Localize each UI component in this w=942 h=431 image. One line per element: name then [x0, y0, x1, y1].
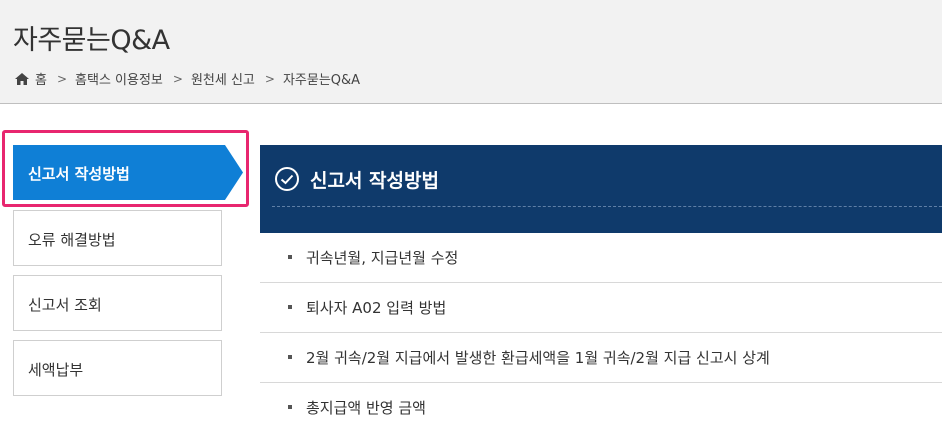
sidebar-item-report-inquiry[interactable]: 신고서 조회 — [13, 275, 222, 331]
section-divider — [272, 206, 942, 207]
faq-item[interactable]: 총지급액 반영 금액 — [260, 383, 942, 431]
sidebar-item-tax-payment[interactable]: 세액납부 — [13, 340, 222, 396]
breadcrumb: 홈 > 홈택스 이용정보 > 원천세 신고 > 자주묻는Q&A — [14, 69, 360, 88]
page-title: 자주묻는Q&A — [13, 25, 170, 56]
page-header: 자주묻는Q&A 홈 > 홈택스 이용정보 > 원천세 신고 > 자주묻는Q&A — [0, 0, 942, 104]
sidebar-item-label: 신고서 조회 — [28, 296, 102, 314]
bullet-icon — [288, 255, 292, 259]
breadcrumb-hometax-info[interactable]: 홈택스 이용정보 — [75, 69, 163, 88]
check-circle-icon — [275, 167, 299, 191]
section-title: 신고서 작성방법 — [310, 170, 439, 192]
faq-item-label[interactable]: 2월 귀속/2월 지급에서 발생한 환급세액을 1월 귀속/2월 지급 신고시 … — [306, 347, 770, 368]
sidebar-item-error-solution[interactable]: 오류 해결방법 — [13, 210, 222, 266]
faq-item-label[interactable]: 귀속년월, 지급년월 수정 — [306, 247, 458, 268]
breadcrumb-home[interactable]: 홈 — [35, 69, 47, 88]
bullet-icon — [288, 355, 292, 359]
faq-item-label[interactable]: 총지급액 반영 금액 — [306, 397, 426, 418]
faq-item[interactable]: 2월 귀속/2월 지급에서 발생한 환급세액을 1월 귀속/2월 지급 신고시 … — [260, 333, 942, 383]
home-icon[interactable] — [14, 72, 30, 86]
section-header: 신고서 작성방법 — [260, 145, 942, 233]
faq-item[interactable]: 귀속년월, 지급년월 수정 — [260, 233, 942, 283]
faq-item-label[interactable]: 퇴사자 A02 입력 방법 — [306, 297, 446, 318]
chevron-right-icon: > — [172, 71, 183, 86]
sidebar-item-label: 오류 해결방법 — [28, 231, 116, 249]
sidebar-item-label: 신고서 작성방법 — [28, 165, 130, 183]
sidebar-item-report-writing[interactable]: 신고서 작성방법 — [13, 145, 243, 200]
bullet-icon — [288, 305, 292, 309]
faq-item[interactable]: 퇴사자 A02 입력 방법 — [260, 283, 942, 333]
breadcrumb-withholding-tax[interactable]: 원천세 신고 — [191, 69, 255, 88]
chevron-right-icon: > — [56, 71, 68, 86]
sidebar-item-label: 세액납부 — [28, 361, 84, 379]
bullet-icon — [288, 405, 292, 409]
breadcrumb-faq[interactable]: 자주묻는Q&A — [283, 69, 360, 88]
chevron-right-icon: > — [264, 71, 275, 86]
